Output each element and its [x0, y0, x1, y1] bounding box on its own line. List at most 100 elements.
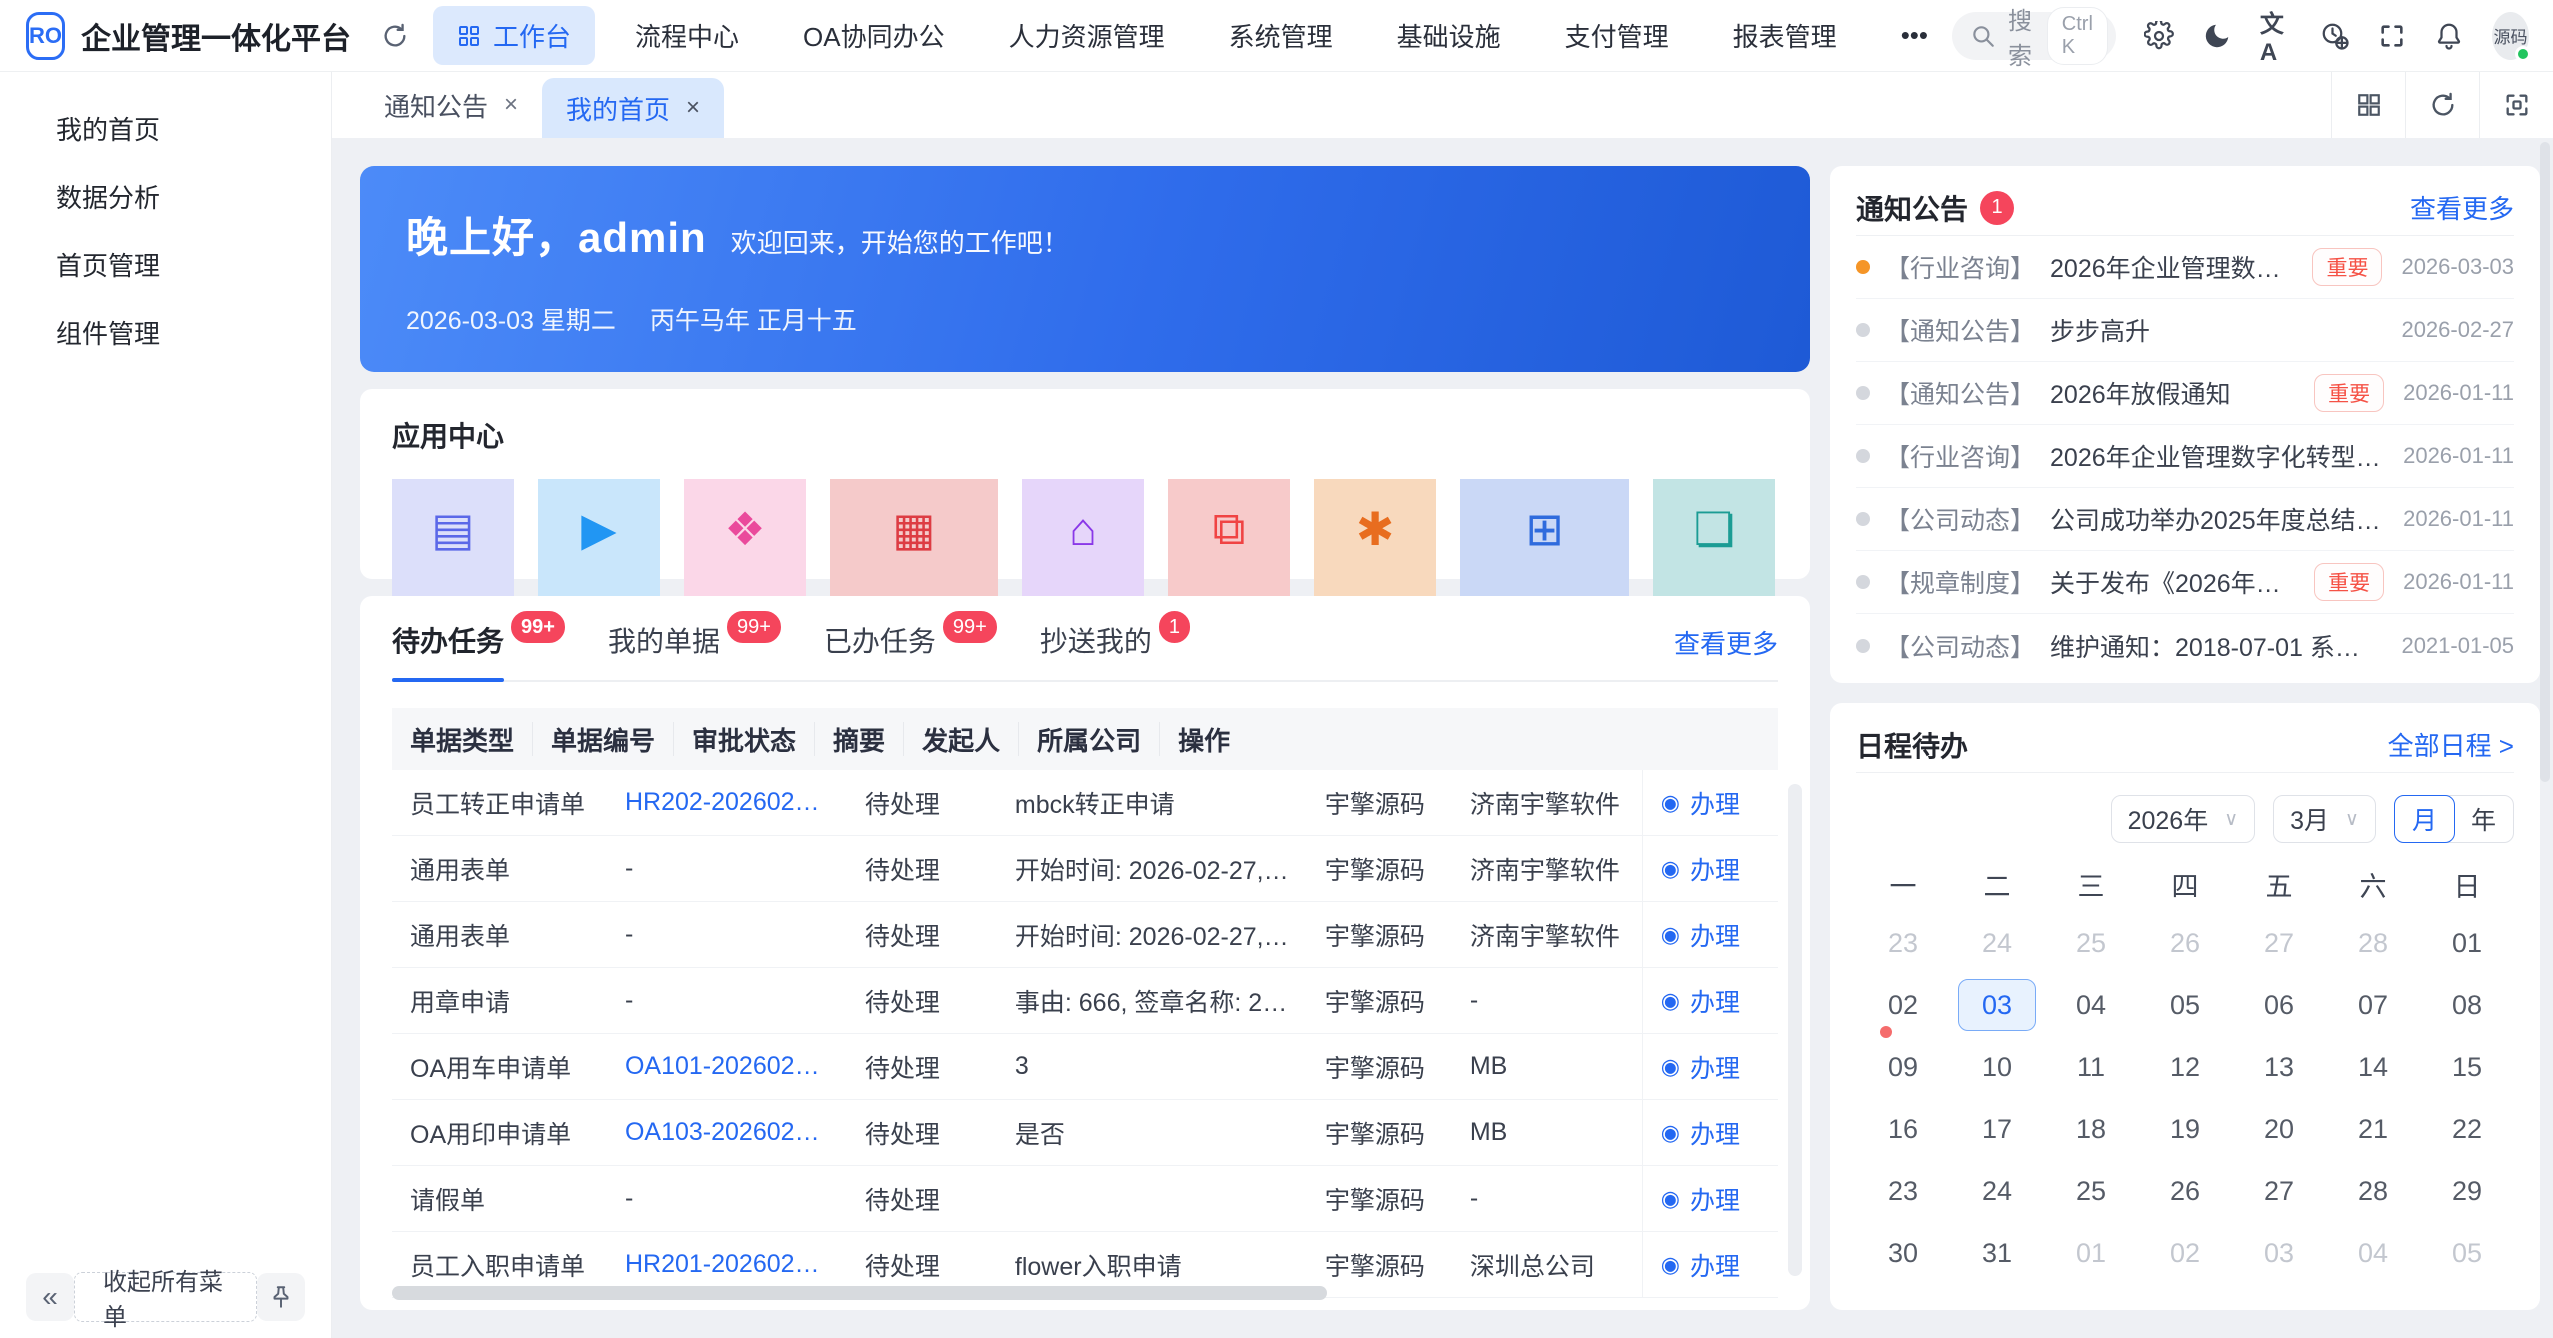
doc-no-cell[interactable]: -	[607, 1184, 847, 1213]
calendar-day-cell[interactable]: 06	[2240, 979, 2318, 1031]
nav-item[interactable]: OA协同办公	[779, 6, 969, 65]
calendar-day-cell[interactable]: 14	[2334, 1041, 2412, 1093]
notification-bell-icon[interactable]	[2434, 21, 2464, 51]
calendar-day-cell[interactable]: 20	[2240, 1103, 2318, 1155]
notice-item[interactable]: 【行业咨询】 2026年企业管理数字化转型趋势... 重要 2026-03-03	[1856, 236, 2514, 299]
calendar-day-cell[interactable]: 27	[2240, 1165, 2318, 1217]
calendar-day-cell[interactable]: 12	[2146, 1041, 2224, 1093]
handle-button[interactable]: ◉ 办理	[1661, 851, 1740, 887]
handle-button[interactable]: ◉ 办理	[1661, 1181, 1740, 1217]
calendar-day-cell[interactable]: 02	[1864, 979, 1942, 1031]
sidebar-item[interactable]: 组件管理	[0, 298, 331, 366]
handle-button[interactable]: ◉ 办理	[1661, 1247, 1740, 1283]
calendar-day-cell[interactable]: 16	[1864, 1103, 1942, 1155]
calendar-day-cell[interactable]: 26	[2146, 917, 2224, 969]
calendar-day-cell[interactable]: 04	[2052, 979, 2130, 1031]
notice-item[interactable]: 【通知公告】 2026年放假通知 重要 2026-01-11	[1856, 362, 2514, 425]
calendar-day-cell[interactable]: 03	[2240, 1227, 2318, 1279]
calendar-day-cell[interactable]: 24	[1958, 917, 2036, 969]
calendar-day-cell[interactable]: 01	[2052, 1227, 2130, 1279]
nav-item[interactable]: 流程中心	[611, 6, 763, 65]
calendar-day-cell[interactable]: 28	[2334, 1165, 2412, 1217]
calendar-day-cell[interactable]: 11	[2052, 1041, 2130, 1093]
nav-item[interactable]: 系统管理	[1205, 6, 1357, 65]
calendar-day-cell[interactable]: 05	[2146, 979, 2224, 1031]
dark-mode-moon-icon[interactable]	[2202, 21, 2232, 51]
sidebar-item[interactable]: 数据分析	[0, 162, 331, 230]
calendar-day-cell[interactable]: 07	[2334, 979, 2412, 1031]
calendar-day-cell[interactable]: 01	[2428, 917, 2506, 969]
table-horizontal-scrollbar[interactable]	[392, 1286, 1327, 1300]
calendar-day-cell[interactable]: 27	[2240, 917, 2318, 969]
calendar-day-cell[interactable]: 08	[2428, 979, 2506, 1031]
month-select[interactable]: 3月 ∨	[2273, 795, 2376, 843]
doc-no-cell[interactable]: -	[607, 854, 847, 883]
search-input[interactable]: 搜索 Ctrl K	[1952, 12, 2116, 60]
calendar-day-cell[interactable]: 13	[2240, 1041, 2318, 1093]
doc-no-cell[interactable]: -	[607, 986, 847, 1015]
nav-item[interactable]: 支付管理	[1541, 6, 1693, 65]
calendar-day-cell[interactable]: 21	[2334, 1103, 2412, 1155]
sidebar-item[interactable]: 首页管理	[0, 230, 331, 298]
notice-item[interactable]: 【规章制度】 关于发布《2026年度费用报销管... 重要 2026-01-11	[1856, 551, 2514, 614]
calendar-day-cell[interactable]: 26	[2146, 1165, 2224, 1217]
tasks-view-more-link[interactable]: 查看更多	[1674, 624, 1778, 661]
task-tab[interactable]: 我的单据 99+	[608, 620, 784, 680]
calendar-day-cell[interactable]: 02	[2146, 1227, 2224, 1279]
sidebar-item[interactable]: 我的首页	[0, 94, 331, 162]
calendar-day-cell[interactable]: 05	[2428, 1227, 2506, 1279]
calendar-day-cell[interactable]: 09	[1864, 1041, 1942, 1093]
doc-no-cell[interactable]: -	[607, 920, 847, 949]
pin-menu-button[interactable]	[257, 1273, 305, 1321]
close-tab-icon[interactable]: ×	[504, 91, 518, 119]
nav-item[interactable]: 工作台	[433, 6, 595, 65]
calendar-day-cell[interactable]: 15	[2428, 1041, 2506, 1093]
calendar-day-cell[interactable]: 24	[1958, 1165, 2036, 1217]
calendar-day-cell[interactable]: 23	[1864, 1165, 1942, 1217]
settings-gear-icon[interactable]	[2144, 21, 2174, 51]
collapse-all-menus-button[interactable]: 收起所有菜单	[74, 1272, 257, 1322]
nav-item[interactable]: •••	[1877, 9, 1952, 62]
translate-icon[interactable]: 文A	[2260, 4, 2292, 67]
calendar-day-cell[interactable]: 28	[2334, 917, 2412, 969]
calendar-day-cell[interactable]: 31	[1958, 1227, 2036, 1279]
maximize-content-icon[interactable]	[2479, 72, 2553, 138]
calendar-day-cell[interactable]: 03	[1958, 979, 2036, 1031]
notice-item[interactable]: 【公司动态】 公司成功举办2025年度总结表彰大会 重要 2026-01-11	[1856, 488, 2514, 551]
doc-no-cell[interactable]: OA101-2026022500001	[607, 1052, 847, 1081]
page-scrollbar[interactable]	[2540, 142, 2550, 782]
calendar-day-cell[interactable]: 17	[1958, 1103, 2036, 1155]
nav-item[interactable]: 基础设施	[1373, 6, 1525, 65]
timezone-clock-globe-icon[interactable]	[2320, 21, 2350, 51]
notice-item[interactable]: 【公司动态】 维护通知：2018-07-01 系统凌晨维护 重要 2021-01…	[1856, 614, 2514, 677]
layout-grid-icon[interactable]	[2331, 72, 2405, 138]
calendar-day-cell[interactable]: 29	[2428, 1165, 2506, 1217]
month-mode-button[interactable]: 月	[2394, 795, 2455, 843]
notice-item[interactable]: 【通知公告】 步步高升 重要 2026-02-27	[1856, 299, 2514, 362]
collapse-sidebar-button[interactable]: «	[26, 1273, 74, 1321]
task-tab[interactable]: 待办任务 99+	[392, 620, 568, 680]
doc-no-cell[interactable]: HR201-2026022400002	[607, 1250, 847, 1279]
calendar-day-cell[interactable]: 30	[1864, 1227, 1942, 1279]
handle-button[interactable]: ◉ 办理	[1661, 917, 1740, 953]
nav-item[interactable]: 报表管理	[1709, 6, 1861, 65]
refresh-icon[interactable]	[381, 22, 409, 50]
calendar-day-cell[interactable]: 25	[2052, 1165, 2130, 1217]
calendar-day-cell[interactable]: 23	[1864, 917, 1942, 969]
calendar-day-cell[interactable]: 25	[2052, 917, 2130, 969]
calendar-day-cell[interactable]: 22	[2428, 1103, 2506, 1155]
table-vertical-scrollbar[interactable]	[1788, 784, 1802, 1276]
year-select[interactable]: 2026年 ∨	[2111, 795, 2256, 843]
reload-page-icon[interactable]	[2405, 72, 2479, 138]
handle-button[interactable]: ◉ 办理	[1661, 1049, 1740, 1085]
handle-button[interactable]: ◉ 办理	[1661, 785, 1740, 821]
fullscreen-icon[interactable]	[2378, 22, 2406, 50]
task-tab[interactable]: 抄送我的 1	[1040, 620, 1193, 680]
handle-button[interactable]: ◉ 办理	[1661, 983, 1740, 1019]
app-logo[interactable]: RO	[26, 12, 65, 60]
calendar-day-cell[interactable]: 18	[2052, 1103, 2130, 1155]
nav-item[interactable]: 人力资源管理	[985, 6, 1189, 65]
doc-no-cell[interactable]: HR202-2026022800001	[607, 788, 847, 817]
page-tab[interactable]: 我的首页 ×	[542, 78, 724, 138]
year-mode-button[interactable]: 年	[2454, 795, 2513, 843]
